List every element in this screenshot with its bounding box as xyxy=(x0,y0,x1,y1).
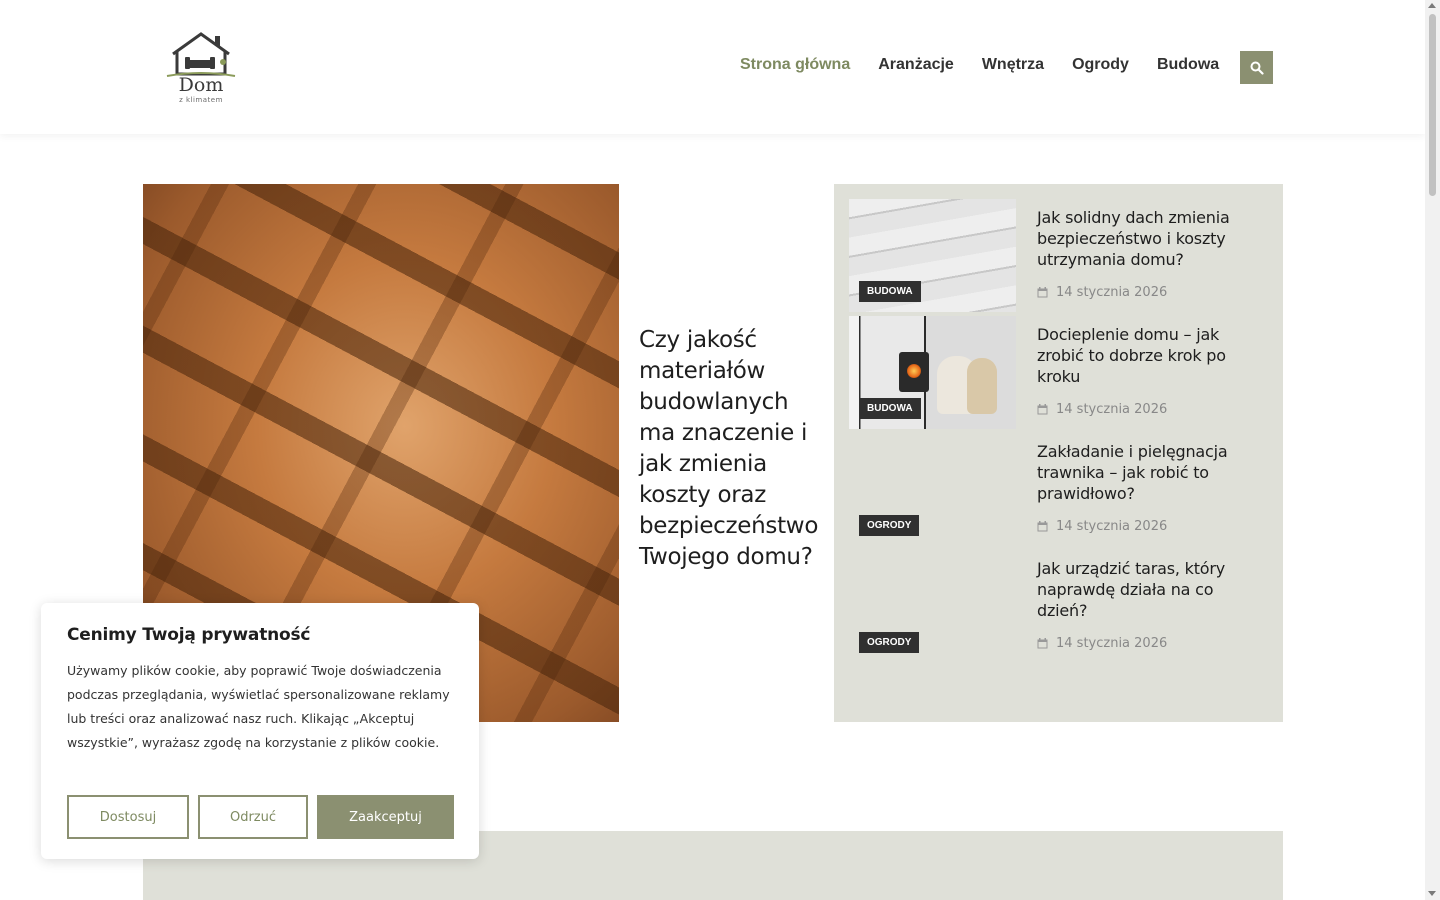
post-item[interactable]: OGRODY Jak urządzić taras, który naprawd… xyxy=(849,550,1269,663)
post-date-text: 14 stycznia 2026 xyxy=(1056,285,1168,300)
scroll-down-arrow-icon[interactable] xyxy=(1428,891,1436,896)
scrollbar-thumb[interactable] xyxy=(1429,14,1436,196)
site-logo[interactable]: Dom z klimatem xyxy=(165,30,237,105)
main-nav: Strona główna Aranżacje Wnętrza Ogrody B… xyxy=(740,56,1219,74)
post-date: 14 stycznia 2026 xyxy=(1037,285,1167,300)
post-date-text: 14 stycznia 2026 xyxy=(1056,519,1168,534)
post-date-text: 14 stycznia 2026 xyxy=(1056,402,1168,417)
search-icon xyxy=(1250,61,1264,75)
calendar-icon xyxy=(1037,287,1048,298)
house-logo-icon xyxy=(166,32,236,77)
scroll-up-arrow-icon[interactable] xyxy=(1428,3,1436,8)
post-title[interactable]: Zakładanie i pielęgnacja trawnika – jak … xyxy=(1037,441,1247,504)
post-title[interactable]: Jak solidny dach zmienia bezpieczeństwo … xyxy=(1037,207,1247,270)
page-scrollbar[interactable] xyxy=(1425,0,1440,900)
calendar-icon xyxy=(1037,404,1048,415)
category-badge[interactable]: BUDOWA xyxy=(859,281,921,302)
cookie-buttons: Dostosuj Odrzuć Zaakceptuj xyxy=(67,795,454,839)
category-badge[interactable]: OGRODY xyxy=(859,515,920,536)
accept-button[interactable]: Zaakceptuj xyxy=(317,795,454,839)
reject-button[interactable]: Odrzuć xyxy=(198,795,308,839)
cookie-consent-banner: Cenimy Twoją prywatność Używamy plików c… xyxy=(41,603,479,859)
post-date: 14 stycznia 2026 xyxy=(1037,402,1167,417)
nav-item-ogrody[interactable]: Ogrody xyxy=(1072,56,1129,74)
cookie-title: Cenimy Twoją prywatność xyxy=(67,625,311,645)
nav-item-aranzacje[interactable]: Aranżacje xyxy=(878,56,954,74)
logo-subtitle: z klimatem xyxy=(179,96,223,104)
post-item[interactable]: OGRODY Zakładanie i pielęgnacja trawnika… xyxy=(849,433,1269,546)
cookie-text: Używamy plików cookie, aby poprawić Twoj… xyxy=(67,663,450,750)
nav-item-budowa[interactable]: Budowa xyxy=(1157,56,1219,74)
stove-shape xyxy=(899,352,929,392)
post-date-text: 14 stycznia 2026 xyxy=(1056,636,1168,651)
calendar-icon xyxy=(1037,638,1048,649)
search-button[interactable] xyxy=(1240,51,1273,84)
category-badge[interactable]: OGRODY xyxy=(859,632,920,653)
calendar-icon xyxy=(1037,521,1048,532)
post-title[interactable]: Docieplenie domu – jak zrobić to dobrze … xyxy=(1037,324,1247,387)
post-date: 14 stycznia 2026 xyxy=(1037,519,1167,534)
logo-title: Dom xyxy=(178,74,224,96)
site-header: Dom z klimatem Strona główna Aranżacje W… xyxy=(0,0,1425,134)
post-item[interactable]: BUDOWA Jak solidny dach zmienia bezpiecz… xyxy=(849,199,1269,312)
post-date: 14 stycznia 2026 xyxy=(1037,636,1167,651)
dog-shape xyxy=(967,358,997,414)
nav-item-home[interactable]: Strona główna xyxy=(740,56,850,74)
nav-item-wnetrza[interactable]: Wnętrza xyxy=(982,56,1044,74)
featured-post-title[interactable]: Czy jakość materiałów budowlanych ma zna… xyxy=(639,325,824,573)
post-item[interactable]: BUDOWA Docieplenie domu – jak zrobić to … xyxy=(849,316,1269,429)
flame-shape xyxy=(907,364,921,378)
customize-button[interactable]: Dostosuj xyxy=(67,795,189,839)
category-badge[interactable]: BUDOWA xyxy=(859,398,921,419)
post-title[interactable]: Jak urządzić taras, który naprawdę dział… xyxy=(1037,558,1247,621)
